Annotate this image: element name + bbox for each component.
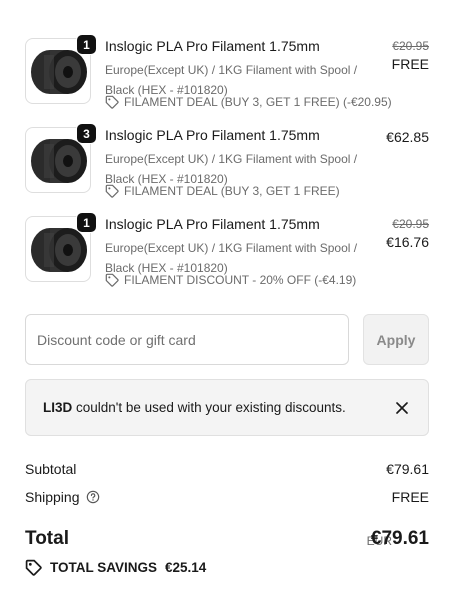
subtotal-value: €79.61 — [386, 461, 429, 477]
line-item: 1 Inslogic PLA Pro Filament 1.75mm Europ… — [25, 212, 429, 288]
tag-icon — [25, 559, 42, 576]
notice-code: LI3D — [43, 400, 73, 415]
product-name: Inslogic PLA Pro Filament 1.75mm — [105, 127, 320, 143]
total-savings: TOTAL SAVINGS €25.14 — [25, 559, 206, 576]
product-thumbnail: 1 — [25, 212, 97, 282]
price-column: €20.95 €16.76 — [386, 216, 429, 252]
price-column: €62.85 — [386, 127, 429, 147]
quantity-badge: 3 — [76, 123, 97, 144]
product-variant: Europe(Except UK) / 1KG Filament with Sp… — [105, 63, 358, 97]
product-thumbnail: 3 — [25, 123, 97, 193]
tag-icon — [105, 184, 119, 198]
close-icon[interactable] — [394, 400, 410, 416]
discount-error-notice: LI3D couldn't be used with your existing… — [25, 379, 429, 436]
line-price: €62.85 — [386, 129, 429, 145]
savings-value: €25.14 — [165, 560, 207, 575]
tag-icon — [105, 95, 119, 109]
discount-label: FILAMENT DISCOUNT - 20% OFF (-€4.19) — [124, 273, 357, 287]
notice-message: LI3D couldn't be used with your existing… — [43, 400, 346, 415]
product-name: Inslogic PLA Pro Filament 1.75mm — [105, 38, 320, 54]
discount-label: FILAMENT DEAL (BUY 3, GET 1 FREE) — [124, 184, 340, 198]
shipping-label: Shipping — [25, 489, 80, 505]
price-column: €20.95 FREE — [392, 38, 429, 74]
original-price: €20.95 — [392, 39, 429, 53]
line-price: €16.76 — [386, 234, 429, 250]
quantity-badge: 1 — [76, 212, 97, 233]
original-price: €20.95 — [392, 217, 429, 231]
shipping-value: FREE — [391, 489, 429, 505]
line-price: FREE — [391, 56, 429, 72]
product-variant: Europe(Except UK) / 1KG Filament with Sp… — [105, 241, 358, 275]
tag-icon — [105, 273, 119, 287]
apply-button[interactable]: Apply — [363, 314, 429, 365]
shipping-label-wrap: Shipping — [25, 489, 100, 505]
discount-line: FILAMENT DISCOUNT - 20% OFF (-€4.19) — [105, 273, 356, 287]
total-label: Total — [25, 528, 69, 549]
discount-code-input[interactable] — [25, 314, 349, 365]
notice-text: couldn't be used with your existing disc… — [72, 400, 346, 415]
subtotal-label: Subtotal — [25, 461, 77, 477]
discount-label: FILAMENT DEAL (BUY 3, GET 1 FREE) (-€20.… — [124, 95, 392, 109]
line-item: 1 Inslogic PLA Pro Filament 1.75mm Europ… — [25, 34, 429, 110]
product-thumbnail: 1 — [25, 34, 97, 104]
help-circle-icon[interactable] — [86, 490, 100, 504]
savings-label: TOTAL SAVINGS — [50, 560, 158, 575]
discount-line: FILAMENT DEAL (BUY 3, GET 1 FREE) (-€20.… — [105, 95, 392, 109]
line-item: 3 Inslogic PLA Pro Filament 1.75mm Europ… — [25, 123, 429, 199]
product-name: Inslogic PLA Pro Filament 1.75mm — [105, 216, 320, 232]
total-value: €79.61 — [370, 528, 429, 549]
quantity-badge: 1 — [76, 34, 97, 55]
product-variant: Europe(Except UK) / 1KG Filament with Sp… — [105, 152, 358, 186]
discount-line: FILAMENT DEAL (BUY 3, GET 1 FREE) — [105, 184, 340, 198]
